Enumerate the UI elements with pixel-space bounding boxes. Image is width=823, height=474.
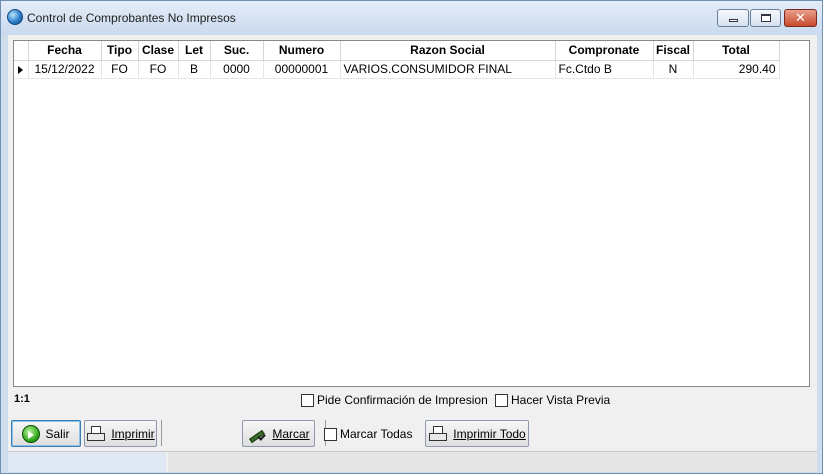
pide-confirmacion-checkbox[interactable]: Pide Confirmación de Impresion	[301, 393, 488, 407]
column-header-let[interactable]: Let	[178, 41, 211, 61]
cell-razon-social[interactable]: VARIOS.CONSUMIDOR FINAL	[340, 60, 556, 79]
window-title: Control de Comprobantes No Impresos	[27, 11, 236, 25]
marcar-label: Marcar	[272, 426, 310, 441]
column-header-suc[interactable]: Suc.	[210, 41, 264, 61]
cell-compronate[interactable]: Fc.Ctdo B	[555, 60, 654, 79]
status-panel	[168, 452, 817, 472]
grid-header-row: Fecha Tipo Clase Let Suc. Numero Razon S…	[14, 41, 780, 61]
cell-suc[interactable]: 0000	[210, 60, 264, 79]
marcar-todas-box[interactable]	[324, 427, 337, 441]
column-header-fiscal[interactable]: Fiscal	[653, 41, 694, 61]
marcar-todas-checkbox[interactable]: Marcar Todas	[324, 427, 412, 441]
cell-numero[interactable]: 00000001	[263, 60, 341, 79]
column-header-numero[interactable]: Numero	[263, 41, 341, 61]
imprimir-button[interactable]: Imprimir	[84, 420, 157, 447]
maximize-icon	[760, 14, 771, 22]
minimize-icon	[728, 19, 738, 22]
close-icon: ✕	[795, 10, 806, 26]
record-count: 1:1	[14, 393, 30, 405]
pide-confirmacion-box[interactable]	[301, 393, 314, 407]
toolbar-separator	[161, 420, 162, 446]
maximize-button[interactable]	[750, 9, 781, 27]
minimize-button[interactable]	[717, 9, 749, 27]
column-header-razon-social[interactable]: Razon Social	[340, 41, 556, 61]
column-header-compronate[interactable]: Compronate	[555, 41, 654, 61]
salir-button[interactable]: Salir	[11, 420, 81, 447]
vista-previa-label: Hacer Vista Previa	[511, 393, 611, 407]
bottom-toolbar: Salir Imprimir Marcar Marcar Todas Impri…	[8, 417, 817, 451]
exit-arrow-icon	[22, 424, 41, 443]
title-bar[interactable]: Control de Comprobantes No Impresos ✕	[1, 1, 822, 35]
client-area: Fecha Tipo Clase Let Suc. Numero Razon S…	[8, 35, 817, 472]
comprobantes-grid[interactable]: Fecha Tipo Clase Let Suc. Numero Razon S…	[13, 40, 810, 387]
cell-tipo[interactable]: FO	[101, 60, 139, 79]
column-header-fecha[interactable]: Fecha	[28, 41, 102, 61]
current-row-arrow-icon	[18, 65, 24, 74]
mark-pen-icon	[247, 425, 267, 443]
salir-label: Salir	[45, 426, 70, 441]
cell-total[interactable]: 290.40	[693, 60, 780, 79]
imprimir-todo-label: Imprimir Todo	[453, 426, 526, 441]
printer-icon	[86, 425, 106, 443]
printer-icon	[428, 425, 448, 443]
table-row[interactable]: 15/12/2022 FO FO B 0000 00000001 VARIOS.…	[14, 60, 780, 79]
close-button[interactable]: ✕	[784, 9, 817, 27]
app-globe-icon	[7, 9, 23, 25]
column-header-tipo[interactable]: Tipo	[101, 41, 139, 61]
row-indicator	[14, 60, 29, 79]
column-header-total[interactable]: Total	[693, 41, 780, 61]
cell-fecha[interactable]: 15/12/2022	[28, 60, 102, 79]
marcar-button[interactable]: Marcar	[242, 420, 315, 447]
vista-previa-checkbox[interactable]: Hacer Vista Previa	[495, 393, 610, 407]
cell-clase[interactable]: FO	[138, 60, 179, 79]
row-indicator-header	[14, 41, 29, 61]
main-window: Control de Comprobantes No Impresos ✕ Fe…	[0, 0, 823, 474]
imprimir-label: Imprimir	[111, 426, 155, 441]
vista-previa-box[interactable]	[495, 393, 508, 407]
cell-let[interactable]: B	[178, 60, 211, 79]
imprimir-todo-button[interactable]: Imprimir Todo	[425, 420, 529, 447]
grid-table: Fecha Tipo Clase Let Suc. Numero Razon S…	[14, 41, 780, 79]
status-bar	[8, 451, 817, 472]
marcar-todas-label: Marcar Todas	[340, 427, 413, 441]
column-header-clase[interactable]: Clase	[138, 41, 179, 61]
cell-fiscal[interactable]: N	[653, 60, 694, 79]
status-panel	[8, 452, 166, 472]
pide-confirmacion-label: Pide Confirmación de Impresion	[317, 393, 488, 407]
